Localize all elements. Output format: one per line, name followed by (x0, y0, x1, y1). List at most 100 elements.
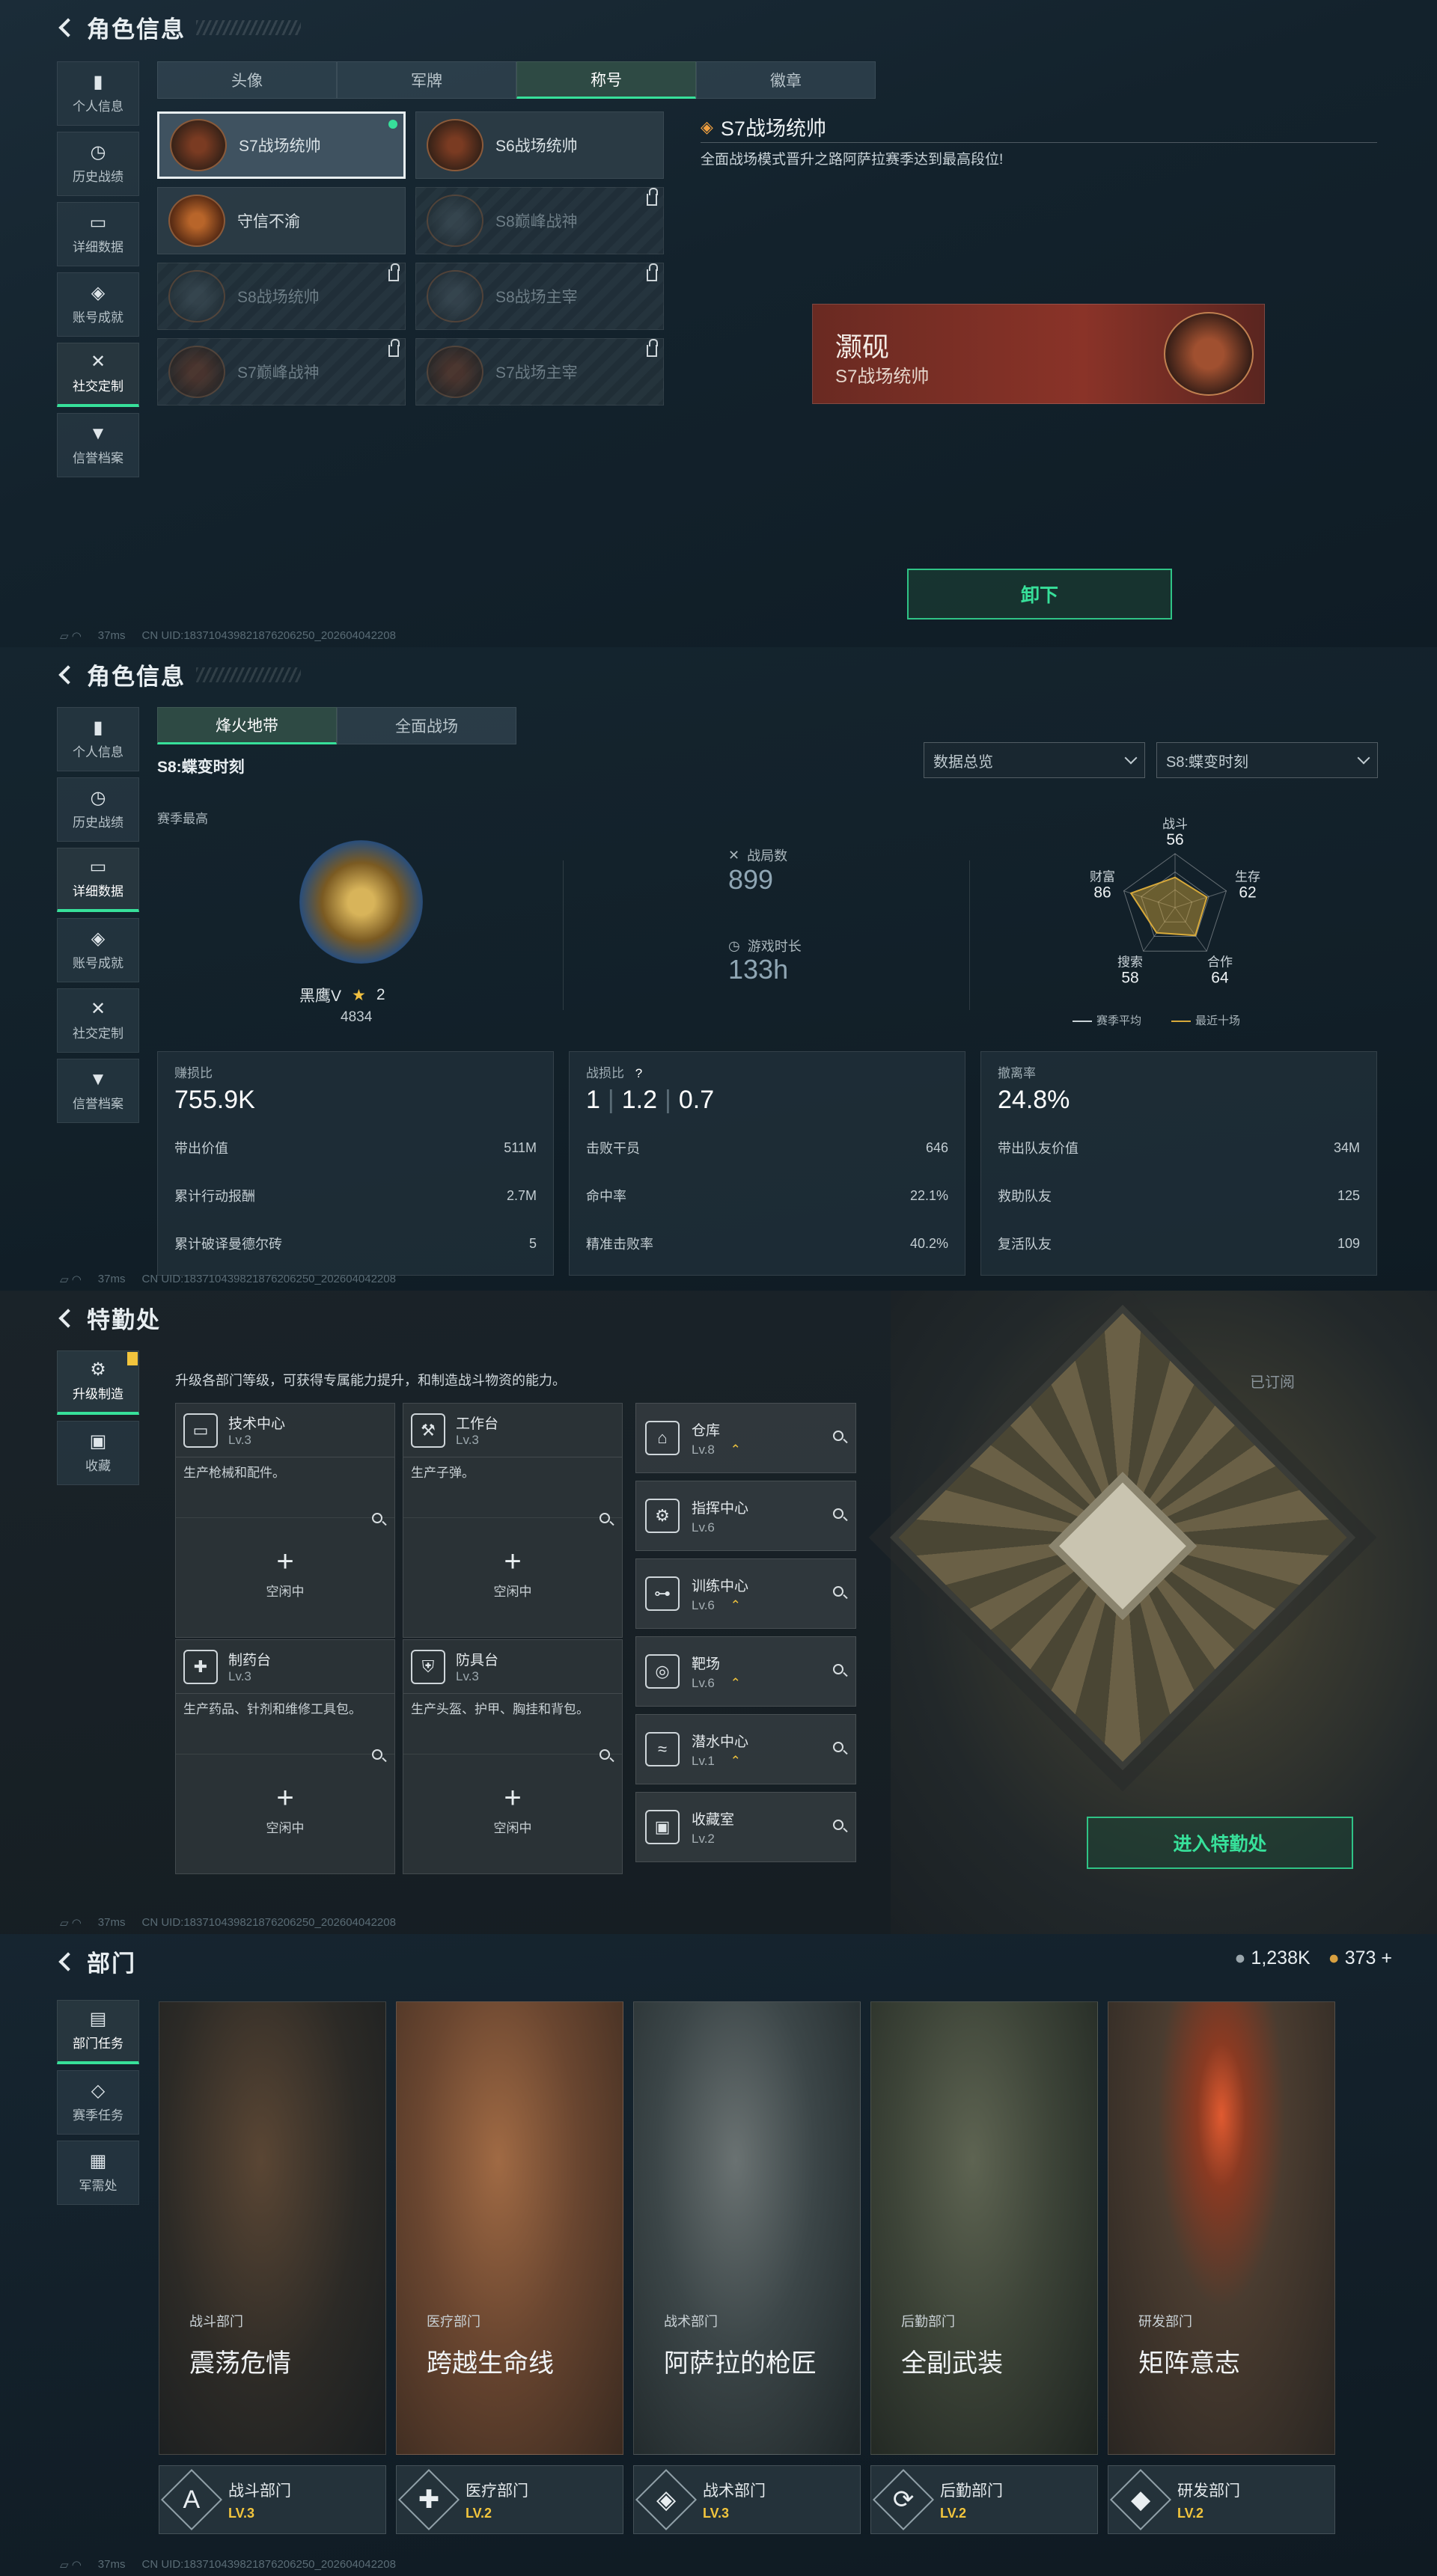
title-card[interactable]: S8战场主宰 (415, 263, 664, 330)
data-overview-dropdown[interactable]: 数据总览 (924, 742, 1145, 778)
stat-row: 累计行动报酬 2.7M (174, 1172, 537, 1220)
page-header: 特勤处 (57, 1301, 161, 1335)
title-card[interactable]: S6战场统帅 (415, 111, 664, 179)
stat-row-value: 2.7M (506, 1187, 537, 1203)
achievement-icon: ◈ (91, 282, 106, 303)
facility-info: 仓库 Lv.8 ⌃ (692, 1419, 741, 1457)
facility-training[interactable]: ⊶ 训练中心 Lv.6 ⌃ (635, 1558, 856, 1629)
title-badge-icon (168, 270, 225, 322)
nav-item-credit[interactable]: ▼ 信誉档案 (57, 413, 139, 477)
nav-item-credit[interactable]: ▼ 信誉档案 (57, 1059, 139, 1123)
enter-special-ops-button[interactable]: 进入特勤处 (1087, 1817, 1353, 1869)
tactical-dept-icon: ◈ (635, 2468, 698, 2531)
facility-card-tech[interactable]: ▭ 技术中心 Lv.3 生产枪械和配件。 + 空闲中 (175, 1403, 395, 1638)
nav-item-details[interactable]: ▭ 详细数据 (57, 202, 139, 266)
help-icon[interactable]: ? (635, 1066, 642, 1080)
unequip-button[interactable]: 卸下 (907, 569, 1172, 619)
nav-item-profile[interactable]: ▮ 个人信息 (57, 707, 139, 771)
dept-level-research[interactable]: ◆ 研发部门 LV.2 (1108, 2465, 1335, 2534)
dept-card-tactical[interactable]: 战术部门 阿萨拉的枪匠 (633, 2001, 861, 2455)
idle-slot[interactable]: + 空闲中 (176, 1517, 394, 1630)
tab-avatar[interactable]: 头像 (157, 61, 337, 99)
nav-item-quartermaster[interactable]: ▦ 军需处 (57, 2141, 139, 2205)
nav-item-social[interactable]: ✕ 社交定制 (57, 988, 139, 1053)
facility-diving[interactable]: ≈ 潜水中心 Lv.1 ⌃ (635, 1714, 856, 1784)
dept-name: 战术部门 (703, 2482, 766, 2500)
equipped-dot-icon (388, 120, 397, 129)
facility-card-workbench[interactable]: ⚒ 工作台 Lv.3 生产子弹。 + 空闲中 (403, 1403, 623, 1638)
dept-card-combat[interactable]: 战斗部门 震荡危情 (159, 2001, 386, 2455)
tab-badge[interactable]: 徽章 (696, 61, 876, 99)
tab-warfare[interactable]: 全面战场 (337, 707, 516, 744)
dept-card-research[interactable]: 研发部门 矩阵意志 (1108, 2001, 1335, 2455)
nav-item-details[interactable]: ▭ 详细数据 (57, 848, 139, 912)
back-icon[interactable] (57, 665, 76, 685)
nav-item-dept-tasks[interactable]: ▤ 部门任务 (57, 2000, 139, 2064)
nav-label: 个人信息 (73, 99, 123, 114)
idle-slot[interactable]: + 空闲中 (403, 1754, 622, 1866)
coin-icon: ● (1234, 1948, 1246, 1968)
title-card[interactable]: S7战场统帅 (157, 111, 406, 179)
preview-player-name: 灏砚 (835, 331, 890, 362)
nav-item-history[interactable]: ◷ 历史战绩 (57, 777, 139, 842)
title-card[interactable]: S7战场主宰 (415, 338, 664, 406)
nav-label: 赛季任务 (73, 2108, 123, 2123)
nav-item-history[interactable]: ◷ 历史战绩 (57, 132, 139, 196)
title-card[interactable]: S7巅峰战神 (157, 338, 406, 406)
search-icon[interactable] (833, 1664, 843, 1674)
dept-level-medical[interactable]: ✚ 医疗部门 LV.2 (396, 2465, 623, 2534)
legend-recent: 最近十场 (1171, 1012, 1240, 1028)
tab-title[interactable]: 称号 (516, 61, 696, 99)
medicine-icon: ✚ (183, 1649, 218, 1684)
dept-level-combat[interactable]: A 战斗部门 LV.3 (159, 2465, 386, 2534)
add-icon[interactable]: + (1376, 1948, 1392, 1968)
facility-level-row: Lv.1 ⌃ (692, 1754, 748, 1769)
back-icon[interactable] (57, 1309, 76, 1328)
radar-axis-label: 合作 (1207, 955, 1233, 970)
facility-name: 收藏室 (692, 1811, 735, 1828)
dept-card-medical[interactable]: 医疗部门 跨越生命线 (396, 2001, 623, 2455)
search-icon[interactable] (833, 1820, 843, 1830)
page-title: 部门 (87, 1951, 136, 1977)
side-nav: ▤ 部门任务 ◇ 赛季任务 ▦ 军需处 (57, 2000, 139, 2205)
page-header: 部门 (57, 1945, 136, 1978)
stat-card-label-row: 战损比 ? (586, 1062, 948, 1081)
facility-level-row: Lv.6 ⌃ (692, 1598, 748, 1613)
idle-slot[interactable]: + 空闲中 (176, 1754, 394, 1866)
search-icon[interactable] (833, 1508, 843, 1519)
nav-item-social[interactable]: ✕ 社交定制 (57, 343, 139, 407)
nav-item-collection[interactable]: ▣ 收藏 (57, 1421, 139, 1485)
facility-warehouse[interactable]: ⌂ 仓库 Lv.8 ⌃ (635, 1403, 856, 1473)
nav-item-season-tasks[interactable]: ◇ 赛季任务 (57, 2070, 139, 2135)
tab-dogtag[interactable]: 军牌 (337, 61, 516, 99)
stat-row-value: 40.2% (909, 1235, 948, 1251)
dept-level-logistics[interactable]: ⟳ 后勤部门 LV.2 (870, 2465, 1098, 2534)
legend-avg-label: 赛季平均 (1096, 1015, 1142, 1027)
dept-name: 研发部门 (1177, 2482, 1240, 2500)
stat-row-value: 125 (1337, 1187, 1360, 1203)
dept-card-logistics[interactable]: 后勤部门 全副武装 (870, 2001, 1098, 2455)
facility-card-pharmacy[interactable]: ✚ 制药台 Lv.3 生产药品、针剂和维修工具包。 + 空闲中 (175, 1639, 395, 1874)
title-card[interactable]: S8巅峰战神 (415, 187, 664, 254)
back-icon[interactable] (57, 18, 76, 37)
facility-collection-room[interactable]: ▣ 收藏室 Lv.2 (635, 1792, 856, 1862)
nav-item-achievements[interactable]: ◈ 账号成就 (57, 272, 139, 337)
search-icon[interactable] (833, 1431, 843, 1441)
title-card[interactable]: S8战场统帅 (157, 263, 406, 330)
facility-command[interactable]: ⚙ 指挥中心 Lv.6 (635, 1481, 856, 1551)
back-icon[interactable] (57, 1952, 76, 1971)
facility-range[interactable]: ◎ 靶场 Lv.6 ⌃ (635, 1636, 856, 1707)
idle-slot[interactable]: + 空闲中 (403, 1517, 622, 1630)
supply-icon: ▦ (89, 2150, 107, 2171)
nav-item-achievements[interactable]: ◈ 账号成就 (57, 918, 139, 982)
dept-level-tactical[interactable]: ◈ 战术部门 LV.3 (633, 2465, 861, 2534)
nav-item-profile[interactable]: ▮ 个人信息 (57, 61, 139, 126)
title-card[interactable]: 守信不渝 (157, 187, 406, 254)
medical-dept-icon: ✚ (397, 2468, 460, 2531)
facility-card-armor[interactable]: ⛨ 防具台 Lv.3 生产头盔、护甲、胸挂和背包。 + 空闲中 (403, 1639, 623, 1874)
search-icon[interactable] (833, 1586, 843, 1597)
title-card-name: S7战场主宰 (495, 364, 578, 382)
tab-extraction[interactable]: 烽火地带 (157, 707, 337, 744)
search-icon[interactable] (833, 1742, 843, 1752)
season-dropdown[interactable]: S8:蝶变时刻 (1156, 742, 1378, 778)
